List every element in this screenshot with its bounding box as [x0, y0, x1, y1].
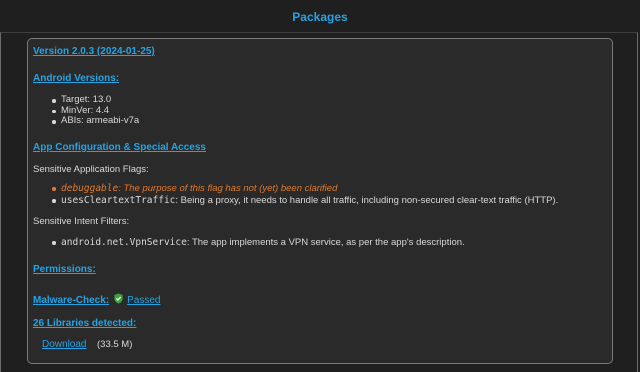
flag-description: : Being a proxy, it needs to handle all … [175, 195, 559, 206]
intent-description: : The app implements a VPN service, as p… [186, 237, 465, 248]
app-config-heading[interactable]: App Configuration & Special Access [33, 142, 206, 153]
malware-check-heading[interactable]: Malware-Check: [33, 295, 109, 306]
list-item: Target: 13.0 [50, 94, 139, 106]
flag-code: usesCleartextTraffic [61, 195, 176, 206]
libraries-heading[interactable]: 26 Libraries detected: [33, 318, 136, 329]
android-versions-heading[interactable]: Android Versions: [33, 73, 119, 84]
flags-label: Sensitive Application Flags: [33, 164, 149, 175]
permissions-heading[interactable]: Permissions: [33, 264, 96, 275]
flags-list: debuggable: The purpose of this flag has… [50, 183, 558, 207]
download-link[interactable]: Download [42, 339, 86, 350]
shield-check-icon [114, 293, 123, 304]
intents-list: android.net.VpnService: The app implemen… [50, 237, 465, 249]
flag-description: : The purpose of this flag has not (yet)… [118, 183, 338, 194]
malware-row: Malware-Check: Passed [33, 290, 161, 308]
android-versions-list: Target: 13.0 MinVer: 4.4 ABIs: armeabi-v… [50, 94, 139, 127]
intents-label: Sensitive Intent Filters: [33, 216, 130, 227]
list-item: ABIs: armeabi-v7a [50, 115, 139, 127]
intent-item: android.net.VpnService: The app implemen… [50, 237, 465, 249]
flag-item-cleartext: usesCleartextTraffic: Being a proxy, it … [50, 195, 558, 207]
page-title: Packages [292, 10, 348, 24]
intent-code: android.net.VpnService [61, 237, 187, 248]
version-link[interactable]: Version 2.0.3 (2024-01-25) [33, 46, 155, 57]
flag-code: debuggable [61, 183, 119, 194]
flag-item-debuggable: debuggable: The purpose of this flag has… [50, 183, 558, 195]
malware-passed-link[interactable]: Passed [127, 295, 160, 306]
download-size: (33.5 M) [97, 339, 133, 350]
